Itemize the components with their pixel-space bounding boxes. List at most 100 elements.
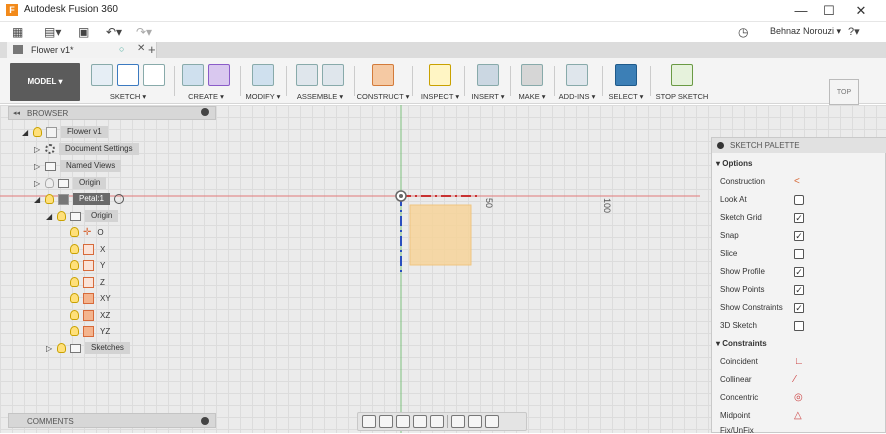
construct-group[interactable]: CONSTRUCT ▾ [356,62,410,102]
user-account-menu[interactable]: Behnaz Norouzi ▾ [770,26,841,37]
orbit-icon[interactable] [362,415,376,428]
constraint-collinear[interactable]: Collinear ⁄ [720,371,880,389]
tree-row-petal[interactable]: ◢ Petal:1 [34,192,124,206]
insert-group[interactable]: INSERT ▾ [468,62,508,102]
insert-image-icon[interactable] [477,64,499,86]
show-points-checkbox[interactable]: ✓ [794,285,804,295]
form-icon[interactable] [208,64,230,86]
visibility-bulb-icon[interactable] [33,127,42,137]
expand-icon[interactable]: ◢ [46,212,53,220]
option-show-profile[interactable]: Show Profile ✓ [720,263,880,281]
option-show-points[interactable]: Show Points ✓ [720,281,880,299]
tree-row-z-axis[interactable]: Z [70,275,107,289]
extrude-icon[interactable] [182,64,204,86]
palette-header[interactable]: SKETCH PALETTE [712,138,886,153]
stop-sketch-icon[interactable] [671,64,693,86]
visibility-bulb-icon[interactable] [70,310,79,320]
tree-row-sketches[interactable]: ▷ Sketches [46,341,130,355]
stop-sketch-group[interactable]: STOP SKETCH [652,62,712,102]
pin-panel-icon[interactable] [717,142,724,149]
press-pull-icon[interactable] [252,64,274,86]
constraint-concentric[interactable]: Concentric ◎ [720,389,880,407]
visibility-bulb-icon[interactable] [70,260,79,270]
file-menu-icon[interactable]: ▤▾ [44,24,64,40]
scripts-addins-icon[interactable] [566,64,588,86]
modify-group[interactable]: MODIFY ▾ [242,62,284,102]
display-settings-icon[interactable] [451,415,465,428]
expand-icon[interactable]: ▷ [46,344,53,352]
tree-row-named-views[interactable]: ▷ Named Views [34,159,122,173]
pin-panel-icon[interactable] [201,108,209,116]
sketch-profile-square[interactable] [409,204,472,266]
look-at-icon[interactable] [379,415,393,428]
view-cube[interactable]: TOP [829,79,859,105]
close-button[interactable]: ✕ [844,0,878,22]
visibility-bulb-icon[interactable] [57,211,66,221]
visibility-bulb-icon[interactable] [70,277,79,287]
close-tab-icon[interactable]: ✕ [137,43,145,54]
option-construction[interactable]: Construction < [720,173,880,191]
option-snap[interactable]: Snap ✓ [720,227,880,245]
tree-row-y-axis[interactable]: Y [70,258,107,272]
sketch-group[interactable]: SKETCH ▾ [86,62,170,102]
tree-row-origin[interactable]: ▷ Origin [34,176,107,190]
slice-checkbox[interactable] [794,249,804,259]
activate-radio-icon[interactable] [113,194,124,204]
concentric-icon[interactable]: ◎ [794,389,803,407]
new-tab-button[interactable]: + [148,42,156,57]
visibility-bulb-icon[interactable] [57,343,66,353]
expand-icon[interactable]: ◢ [34,195,41,203]
data-panel-grid-icon[interactable]: ▦ [12,24,26,40]
maximize-button[interactable]: ☐ [812,0,846,22]
document-tab[interactable]: Flower v1* ○ ✕ [7,42,157,58]
option-show-constraints[interactable]: Show Constraints ✓ [720,299,880,317]
job-status-clock-icon[interactable]: ◷ [738,24,752,40]
grid-settings-icon[interactable] [468,415,482,428]
joint-icon[interactable] [322,64,344,86]
inspect-group[interactable]: INSPECT ▾ [418,62,462,102]
assemble-group[interactable]: ASSEMBLE ▾ [288,62,352,102]
tree-row-x-axis[interactable]: X [70,242,107,256]
visibility-bulb-icon[interactable] [70,244,79,254]
create-sketch-icon[interactable] [91,64,113,86]
coincident-icon[interactable]: ∟ [794,353,804,371]
constraint-coincident[interactable]: Coincident ∟ [720,353,880,371]
tree-row-petal-origin[interactable]: ◢ Origin [46,209,119,223]
show-constraints-checkbox[interactable]: ✓ [794,303,804,313]
look-at-icon[interactable] [794,195,804,205]
comments-panel-header[interactable]: COMMENTS [8,413,216,428]
help-menu[interactable]: ?▾ [848,24,872,40]
offset-plane-icon[interactable] [372,64,394,86]
pin-panel-icon[interactable] [201,417,209,425]
midpoint-icon[interactable]: △ [794,407,802,425]
viewports-icon[interactable] [485,415,499,428]
zoom-window-icon[interactable] [413,415,427,428]
3d-sketch-checkbox[interactable] [794,321,804,331]
constraint-midpoint[interactable]: Midpoint △ [720,407,880,425]
fit-zoom-icon[interactable] [430,415,444,428]
workspace-switcher[interactable]: MODEL ▾ [10,63,80,101]
select-group[interactable]: SELECT ▾ [606,62,646,102]
create-group[interactable]: CREATE ▾ [176,62,236,102]
measure-icon[interactable] [429,64,451,86]
save-icon[interactable]: ▣ [78,24,92,40]
construction-icon[interactable]: < [794,173,800,191]
tree-row-document-settings[interactable]: ▷ Document Settings [34,142,139,156]
select-cursor-icon[interactable] [615,64,637,86]
expand-icon[interactable]: ◢ [22,128,29,136]
option-sketch-grid[interactable]: Sketch Grid ✓ [720,209,880,227]
spline-icon[interactable] [117,64,139,86]
rectangle-icon[interactable] [143,64,165,86]
redo-icon[interactable]: ↷▾ [136,24,158,40]
show-profile-checkbox[interactable]: ✓ [794,267,804,277]
tree-row-origin-point[interactable]: ✛ O [70,225,106,239]
option-slice[interactable]: Slice [720,245,880,263]
options-section-header[interactable]: ▾ Options [716,159,752,168]
add-ins-group[interactable]: ADD-INS ▾ [556,62,598,102]
option-look-at[interactable]: Look At [720,191,880,209]
expand-icon[interactable]: ▷ [34,179,41,187]
sketch-grid-checkbox[interactable]: ✓ [794,213,804,223]
visibility-bulb-icon[interactable] [45,194,54,204]
browser-panel-header[interactable]: ◂◂ BROWSER [8,106,216,120]
visibility-bulb-icon[interactable] [70,227,79,237]
